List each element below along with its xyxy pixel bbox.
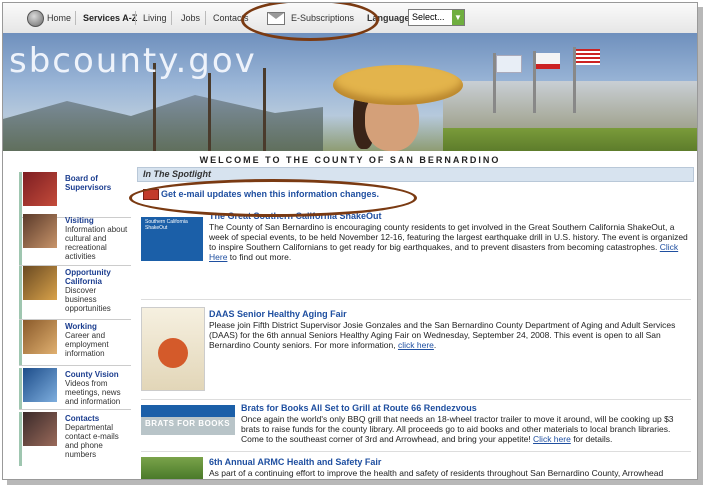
- news-item-body: As part of a continuing effort to improv…: [209, 468, 689, 478]
- us-flag-graphic: [576, 49, 600, 65]
- sidebar: Board of Supervisors Visiting Informatio…: [19, 172, 131, 472]
- site-logo[interactable]: sbcounty.gov: [9, 41, 257, 81]
- sidebar-item-visiting[interactable]: Visiting Information about cultural and …: [19, 214, 131, 266]
- sidebar-accent: [19, 320, 22, 366]
- divider: [19, 365, 131, 366]
- news-item-title[interactable]: 6th Annual ARMC Health and Safety Fair: [209, 457, 381, 467]
- nav-home[interactable]: Home: [47, 13, 71, 23]
- divider: [141, 451, 691, 452]
- sidebar-item-text: Videos from meetings, news and informati…: [65, 379, 121, 406]
- sidebar-item-title[interactable]: Board of Supervisors: [65, 174, 131, 192]
- news-item-text: As part of a continuing effort to improv…: [209, 468, 664, 478]
- mountains-graphic: [3, 95, 323, 151]
- sidebar-accent: [19, 172, 22, 218]
- news-item-text: Please join Fifth District Supervisor Jo…: [209, 320, 676, 350]
- visiting-thumbnail[interactable]: [23, 214, 57, 248]
- chevron-down-icon[interactable]: ▼: [452, 10, 464, 25]
- language-select-value: Select...: [412, 12, 445, 22]
- sidebar-item-text: Discover business opportunities: [65, 286, 111, 313]
- news-item-armc-health-fair: 6th Annual ARMC Health and Safety Fair A…: [141, 457, 691, 479]
- news-item-text: The County of San Bernardino is encourag…: [209, 222, 688, 252]
- nav-divider: [171, 11, 172, 25]
- flyer-graphic: [158, 338, 188, 368]
- click-here-link[interactable]: Click here: [533, 434, 571, 444]
- news-item-shakeout: Southern California ShakeOut The Great S…: [141, 211, 691, 301]
- news-item-text: .: [433, 340, 437, 350]
- sidebar-accent: [19, 214, 22, 266]
- sidebar-accent: [19, 368, 22, 410]
- sidebar-item-county-vision[interactable]: County Vision Videos from meetings, news…: [19, 368, 131, 410]
- shakeout-logo-image[interactable]: Southern California ShakeOut: [141, 217, 203, 261]
- sidebar-item-title[interactable]: Opportunity California: [65, 268, 131, 286]
- brats-for-books-image[interactable]: BRATS FOR BOOKS: [141, 405, 235, 435]
- county-seal-icon[interactable]: [27, 10, 44, 27]
- news-item-body: Once again the world's only BBQ grill th…: [241, 414, 691, 444]
- thumbnail-caption: Southern California ShakeOut: [145, 219, 188, 231]
- news-item-brats-for-books: BRATS FOR BOOKS Brats for Books All Set …: [141, 403, 691, 453]
- infield-graphic: [443, 128, 697, 151]
- palm-tree-graphic: [208, 73, 211, 151]
- palm-tree-graphic: [263, 68, 266, 151]
- sidebar-item-text: Information about cultural and recreatio…: [65, 225, 128, 261]
- news-item-healthy-aging-fair: DAAS Senior Healthy Aging Fair Please jo…: [141, 307, 691, 401]
- nav-divider: [75, 11, 76, 25]
- news-item-text: for details.: [570, 434, 613, 444]
- sidebar-item-title[interactable]: Working: [65, 322, 97, 331]
- sidebar-item-board-of-supervisors[interactable]: Board of Supervisors: [19, 172, 131, 218]
- nav-divider: [135, 11, 136, 25]
- browser-page: Home Services A-Z Living Jobs Contacts E…: [2, 2, 698, 480]
- sidebar-item-title[interactable]: County Vision: [65, 370, 119, 379]
- armc-fair-image[interactable]: [141, 457, 203, 479]
- sidebar-item-opportunity-california[interactable]: Opportunity California Discover business…: [19, 266, 131, 320]
- click-here-link[interactable]: click here: [398, 340, 434, 350]
- divider: [141, 299, 691, 300]
- nav-services-a-z[interactable]: Services A-Z: [83, 13, 137, 23]
- board-thumbnail[interactable]: [23, 172, 57, 206]
- nav-living[interactable]: Living: [143, 13, 167, 23]
- sidebar-item-working[interactable]: Working Career and employment informatio…: [19, 320, 131, 366]
- sidebar-item-text: Departmental contact e-mails and phone n…: [65, 423, 119, 459]
- highlight-oval: [129, 179, 417, 217]
- sidebar-item-title[interactable]: Visiting: [65, 216, 94, 225]
- sidebar-accent: [19, 412, 22, 466]
- news-item-title[interactable]: DAAS Senior Healthy Aging Fair: [209, 309, 347, 319]
- sidebar-item-text: Career and employment information: [65, 331, 109, 358]
- news-item-title[interactable]: Brats for Books All Set to Grill at Rout…: [241, 403, 477, 413]
- working-thumbnail[interactable]: [23, 320, 57, 354]
- divider: [19, 409, 131, 410]
- county-vision-thumbnail[interactable]: [23, 368, 57, 402]
- sidebar-item-contacts[interactable]: Contacts Departmental contact e-mails an…: [19, 412, 131, 466]
- contacts-thumbnail[interactable]: [23, 412, 57, 446]
- news-item-body: Please join Fifth District Supervisor Jo…: [209, 320, 689, 350]
- language-select[interactable]: Select... ▼: [408, 9, 465, 26]
- header-banner: sbcounty.gov: [3, 33, 697, 151]
- sun-hat-graphic: [333, 65, 463, 105]
- flag-graphic: [496, 55, 522, 73]
- nav-jobs[interactable]: Jobs: [181, 13, 200, 23]
- thumbnail-caption: BRATS FOR BOOKS: [145, 419, 231, 428]
- divider: [141, 399, 691, 400]
- nav-divider: [205, 11, 206, 25]
- california-flag-graphic: [536, 53, 560, 69]
- news-item-body: The County of San Bernardino is encourag…: [209, 222, 689, 262]
- sidebar-item-title[interactable]: Contacts: [65, 414, 99, 423]
- sidebar-accent: [19, 266, 22, 320]
- opportunity-thumbnail[interactable]: [23, 266, 57, 300]
- aging-fair-flyer-image[interactable]: [141, 307, 205, 391]
- news-item-text: to find out more.: [227, 252, 292, 262]
